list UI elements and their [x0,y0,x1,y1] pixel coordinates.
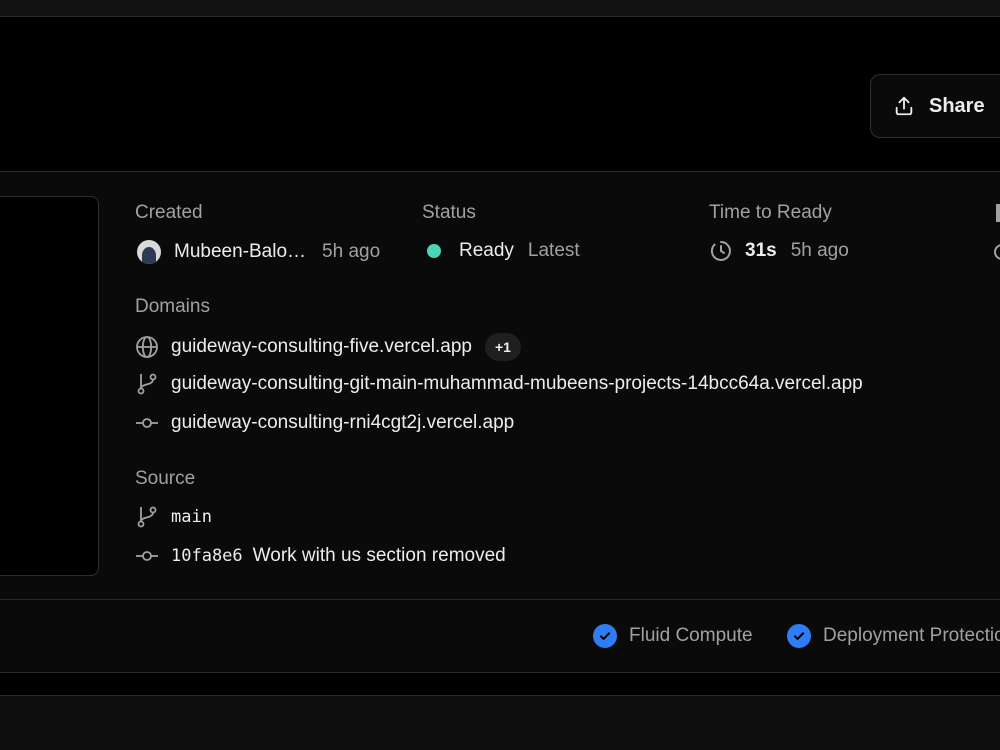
domains-label: Domains [135,296,210,317]
created-author[interactable]: Mubeen-Balo… [174,241,306,263]
domain-link[interactable]: guideway-consulting-five.vercel.app [171,336,472,358]
domain-link[interactable]: guideway-consulting-rni4cgt2j.vercel.app [171,412,514,434]
domain-row: guideway-consulting-five.vercel.app +1 [135,333,521,361]
timer-icon [709,239,733,263]
card-divider [0,599,1000,600]
feature-label: Fluid Compute [629,625,753,646]
time-to-ready-duration: 31s [745,240,777,261]
bottom-bar [0,695,1000,750]
feature-item[interactable]: Fluid Compute [593,624,753,648]
created-row: Mubeen-Balo… 5h ago [137,240,380,264]
feature-label: Deployment Protection [823,625,1000,646]
check-circle-icon [593,624,617,648]
globe-icon [135,335,159,359]
time-to-ready-row: 31s 5h ago [709,239,849,263]
commit-icon [135,544,159,568]
source-commit-row: 10fa8e6 Work with us section removed [135,544,506,568]
commit-icon [135,411,159,435]
status-dot-icon [427,244,441,258]
status-row: Ready Latest [427,240,580,262]
source-branch[interactable]: main [171,507,212,527]
status-label: Status [422,202,476,223]
source-label: Source [135,468,196,489]
domain-row: guideway-consulting-rni4cgt2j.vercel.app [135,411,514,435]
source-commit-hash[interactable]: 10fa8e6 [171,546,243,566]
created-label: Created [135,202,203,223]
top-bar [0,0,1000,17]
status-tag: Latest [527,240,580,261]
domain-link[interactable]: guideway-consulting-git-main-muhammad-mu… [171,373,863,395]
column-4-label-fragment [996,204,1000,222]
deployment-preview[interactable] [0,196,99,576]
feature-item[interactable]: Deployment Protection [787,624,1000,648]
domain-count-badge[interactable]: +1 [485,333,521,361]
share-button[interactable]: Share [870,74,1000,138]
check-circle-icon [787,624,811,648]
share-button-label: Share [929,94,985,117]
source-branch-row: main [135,505,212,529]
time-to-ready-label: Time to Ready [709,202,832,223]
time-to-ready-time: 5h ago [790,240,849,261]
status-value: Ready [459,240,514,261]
branch-icon [135,505,159,529]
avatar[interactable] [137,240,161,264]
domain-row: guideway-consulting-git-main-muhammad-mu… [135,372,863,396]
source-commit-message[interactable]: Work with us section removed [253,545,506,567]
share-icon [893,95,915,117]
created-time: 5h ago [322,241,381,262]
branch-icon [135,372,159,396]
